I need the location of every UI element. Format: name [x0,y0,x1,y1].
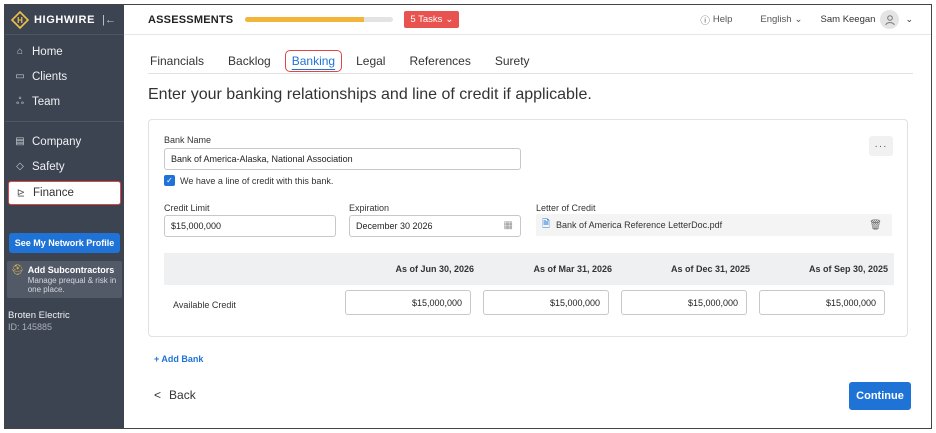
available-credit-input[interactable]: $15,000,000 [483,290,609,315]
add-subcontractors-promo[interactable]: ⛑ Add Subcontractors Manage prequal & ri… [7,261,122,298]
promo-title: Add Subcontractors [27,265,115,275]
assessment-tabs: Financials Backlog Banking Legal Referen… [148,48,913,74]
bank-name-label: Bank Name [164,135,212,145]
promo-subtitle: Manage prequal & risk in one place. [27,276,117,294]
tab-surety[interactable]: Surety [493,54,532,68]
chevron-down-icon: ⌄ [445,14,454,25]
tab-references[interactable]: References [407,54,472,68]
column-header: As of Jun 30, 2026 [395,264,474,274]
see-network-profile-button[interactable]: See My Network Profile [9,233,120,253]
main-content: Financials Backlog Banking Legal Referen… [124,35,931,428]
tab-financials[interactable]: Financials [148,54,206,68]
tab-legal[interactable]: Legal [354,54,387,68]
back-button[interactable]: < Back [154,388,196,402]
user-icon [885,14,895,25]
help-label: Help [712,14,733,25]
company-name: Broten Electric [8,310,70,321]
credit-limit-input[interactable]: $15,000,000 [164,215,336,237]
sidebar-item-label: Team [32,95,61,108]
highwire-logo-icon: H [11,10,29,29]
back-label: Back [169,388,196,402]
available-credit-label: Available Credit [173,300,236,310]
avatar[interactable] [880,10,900,29]
language-label: English [760,14,792,25]
progress-fill [245,17,364,22]
sidebar-item-safety[interactable]: ◇ Safety [5,154,124,179]
tab-backlog[interactable]: Backlog [226,54,273,68]
user-menu-chevron-icon[interactable]: ⌄ [905,14,913,25]
tab-banking[interactable]: Banking [284,49,343,72]
more-icon: ··· [874,140,888,152]
nav-divider [5,121,124,122]
brand: H HIGHWIRE |← [5,5,124,35]
sidebar-nav: ⌂ Home ▭ Clients ஃ Team ▤ Company ◇ Safety ⊵ F… [5,35,124,205]
finance-icon: ⊵ [16,187,26,199]
subcontractor-icon: ⛑ [11,265,24,276]
sidebar: H HIGHWIRE |← ⌂ Home ▭ Clients ஃ Team ▤ Comp… [5,5,124,428]
continue-button[interactable]: Continue [849,382,911,410]
page-title: Enter your banking relationships and lin… [148,86,592,103]
company-icon: ▤ [15,136,25,147]
help-link[interactable]: ⓘ Help [700,13,732,27]
line-of-credit-label: We have a line of credit with this bank. [180,175,334,186]
letter-of-credit-file[interactable]: 🗎 Bank of America Reference LetterDoc.pd… [536,214,892,236]
svg-text:H: H [17,16,23,25]
expiration-date-input[interactable]: December 30 2026 ▦ [349,215,521,237]
expiration-label: Expiration [349,203,390,213]
credit-limit-label: Credit Limit [164,203,210,213]
page-section-title: ASSESSMENTS [148,13,234,26]
line-of-credit-checkbox-row[interactable]: ✓ We have a line of credit with this ban… [164,175,333,186]
sidebar-item-home[interactable]: ⌂ Home [5,39,124,64]
sidebar-item-company[interactable]: ▤ Company [5,129,124,154]
home-icon: ⌂ [16,46,24,57]
assessment-progress-bar [245,17,394,22]
language-select[interactable]: English ⌄ [760,14,802,25]
company-id: ID: 145885 [8,322,53,332]
company-info: Broten Electric ID: 145885 [5,310,124,332]
help-icon: ⓘ [700,15,710,27]
tasks-label: 5 Tasks [410,14,443,25]
sidebar-item-finance[interactable]: ⊵ Finance [8,181,121,205]
bank-name-input[interactable]: Bank of America-Alaska, National Associa… [164,148,521,170]
line-of-credit-checkbox[interactable]: ✓ [164,175,175,186]
document-icon: 🗎 [542,218,551,230]
trash-icon[interactable]: 🗑 [869,220,882,231]
user-name[interactable]: Sam Keegan [821,14,876,25]
brand-name: HIGHWIRE [34,13,96,26]
app-window: H HIGHWIRE |← ⌂ Home ▭ Clients ஃ Team ▤ Comp… [4,4,932,429]
top-bar: ASSESSMENTS 5 Tasks ⌄ ⓘ Help English ⌄ Sam … [124,5,931,35]
sidebar-item-label: Clients [32,70,68,83]
chevron-left-icon: < [154,388,162,402]
clients-icon: ▭ [15,71,25,82]
add-bank-button[interactable]: + Add Bank [154,354,203,364]
expiration-value: December 30 2026 [356,221,433,231]
file-name[interactable]: Bank of America Reference LetterDoc.pdf [556,220,722,230]
letter-of-credit-label: Letter of Credit [536,203,596,213]
team-icon: ஃ [16,95,24,107]
sidebar-item-label: Finance [33,187,74,199]
available-credit-input[interactable]: $15,000,000 [345,290,471,315]
available-credit-input[interactable]: $15,000,000 [621,290,747,315]
sidebar-item-clients[interactable]: ▭ Clients [5,64,124,89]
shield-icon: ◇ [16,161,24,172]
sidebar-item-label: Home [32,45,63,58]
sidebar-item-label: Safety [32,160,65,173]
column-header: As of Mar 31, 2026 [533,264,612,274]
bank-card: Bank Name Bank of America-Alaska, Nation… [148,119,908,337]
column-header: As of Sep 30, 2025 [808,264,888,274]
column-header: As of Dec 31, 2025 [670,264,750,274]
credit-table-header: As of Jun 30, 2026 As of Mar 31, 2026 As… [164,253,894,285]
sidebar-item-team[interactable]: ஃ Team [5,89,124,114]
tasks-dropdown-button[interactable]: 5 Tasks ⌄ [404,11,460,28]
calendar-icon[interactable]: ▦ [504,220,513,231]
more-options-button[interactable]: ··· [869,136,893,156]
top-right-controls: ⓘ Help English ⌄ Sam Keegan ⌄ [700,10,913,29]
chevron-down-icon: ⌄ [794,14,803,25]
collapse-sidebar-icon[interactable]: |← [102,14,116,26]
sidebar-item-label: Company [32,135,82,148]
available-credit-input[interactable]: $15,000,000 [759,290,885,315]
